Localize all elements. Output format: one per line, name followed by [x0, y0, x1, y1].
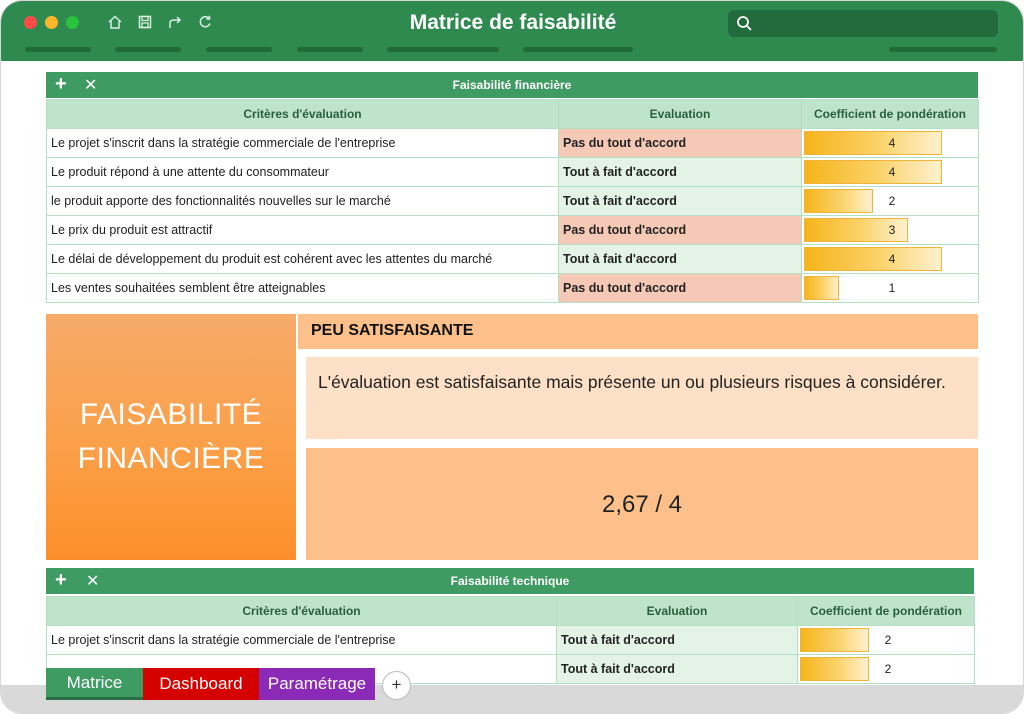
table-row: le produit apporte des fonctionnalités n…: [46, 186, 979, 216]
evaluation-cell[interactable]: Tout à fait d'accord: [558, 157, 802, 187]
coefficient-cell[interactable]: 4: [801, 157, 979, 187]
evaluation-cell[interactable]: Pas du tout d'accord: [558, 215, 802, 245]
tab-parametrage[interactable]: Paramétrage: [259, 668, 375, 700]
criterion-cell[interactable]: Le délai de développement du produit est…: [46, 244, 559, 274]
table-row: Le produit répond à une attente du conso…: [46, 157, 979, 187]
table-header-row: Critères d'évaluation Evaluation Coeffic…: [46, 99, 979, 129]
coefficient-value: 1: [888, 281, 896, 295]
coefficient-value: 2: [888, 194, 896, 208]
table-row: Le projet s'inscrit dans la stratégie co…: [46, 128, 979, 158]
table-row: Le prix du produit est attractif Pas du t…: [46, 215, 979, 245]
criterion-cell[interactable]: Le projet s'inscrit dans la stratégie co…: [46, 128, 559, 158]
coefficient-cell[interactable]: 4: [801, 244, 979, 274]
table-row: Le projet s'inscrit dans la stratégie co…: [46, 625, 975, 655]
coefficient-value: 4: [888, 252, 896, 266]
tab-matrice[interactable]: Matrice: [46, 668, 143, 700]
evaluation-cell[interactable]: Tout à fait d'accord: [556, 654, 798, 684]
coefficient-value: 2: [884, 633, 892, 647]
column-header-evaluation: Evaluation: [558, 99, 802, 129]
tab-dashboard[interactable]: Dashboard: [143, 668, 259, 700]
coefficient-cell[interactable]: 2: [797, 654, 975, 684]
financial-criteria-table: Critères d'évaluation Evaluation Coeffic…: [46, 99, 979, 303]
evaluation-cell[interactable]: Pas du tout d'accord: [558, 128, 802, 158]
search-icon: [737, 16, 752, 31]
evaluation-description: L'évaluation est satisfaisante mais prés…: [306, 357, 978, 439]
column-header-coefficient: Coefficient de pondération: [801, 99, 979, 129]
add-sheet-button[interactable]: +: [382, 671, 411, 700]
title-bar: Matrice de faisabilité: [1, 1, 1023, 61]
evaluation-cell[interactable]: Tout à fait d'accord: [556, 625, 798, 655]
search-box[interactable]: [728, 10, 998, 37]
evaluation-cell[interactable]: Pas du tout d'accord: [558, 273, 802, 303]
column-header-coefficient: Coefficient de pondération: [797, 596, 975, 626]
table-row: Les ventes souhaitées semblent être atte…: [46, 273, 979, 303]
coefficient-cell[interactable]: 2: [801, 186, 979, 216]
technical-section-title: Faisabilité technique: [450, 574, 570, 588]
section-label-line1: FAISABILITÉ: [79, 398, 263, 431]
financial-section-title: Faisabilité financière: [452, 78, 572, 92]
criterion-cell[interactable]: Le projet s'inscrit dans la stratégie co…: [46, 625, 557, 655]
criterion-cell[interactable]: le produit apporte des fonctionnalités n…: [46, 186, 559, 216]
column-header-criteria: Critères d'évaluation: [46, 596, 557, 626]
evaluation-cell[interactable]: Tout à fait d'accord: [558, 244, 802, 274]
column-header-evaluation: Evaluation: [556, 596, 798, 626]
table-header-row: Critères d'évaluation Evaluation Coeffic…: [46, 596, 975, 626]
coefficient-value: 3: [888, 223, 896, 237]
evaluation-status: PEU SATISFAISANTE: [298, 314, 978, 349]
coefficient-value: 4: [888, 136, 896, 150]
criterion-cell[interactable]: Les ventes souhaitées semblent être atte…: [46, 273, 559, 303]
coefficient-value: 4: [888, 165, 896, 179]
coefficient-value: 2: [884, 662, 892, 676]
criterion-cell[interactable]: Le produit répond à une attente du conso…: [46, 157, 559, 187]
section-label-line2: FINANCIÈRE: [77, 442, 265, 475]
technical-section-header: + ✕ Faisabilité technique: [46, 568, 974, 594]
coefficient-cell[interactable]: 1: [801, 273, 979, 303]
coefficient-cell[interactable]: 3: [801, 215, 979, 245]
ribbon-placeholder: [1, 47, 1023, 53]
evaluation-cell[interactable]: Tout à fait d'accord: [558, 186, 802, 216]
coefficient-cell[interactable]: 2: [797, 625, 975, 655]
criterion-cell[interactable]: Le prix du produit est attractif: [46, 215, 559, 245]
section-label-panel: FAISABILITÉ FINANCIÈRE: [46, 314, 296, 560]
evaluation-score: 2,67 / 4: [306, 448, 978, 560]
app-window: Matrice de faisabilité + ✕ Faisabilité f…: [0, 0, 1024, 714]
sheet-content: + ✕ Faisabilité financière Critères d'év…: [1, 61, 1023, 685]
table-row: Le délai de développement du produit est…: [46, 244, 979, 274]
financial-section-header: + ✕ Faisabilité financière: [46, 72, 978, 98]
coefficient-cell[interactable]: 4: [801, 128, 979, 158]
column-header-criteria: Critères d'évaluation: [46, 99, 559, 129]
